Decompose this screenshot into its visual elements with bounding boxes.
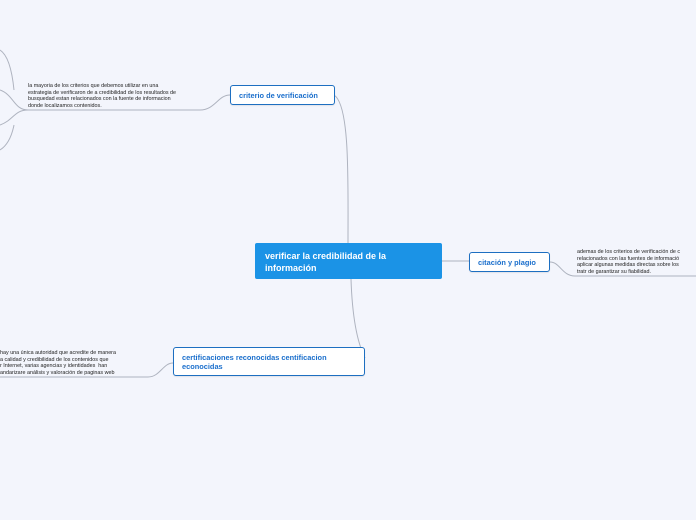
link-offscreen-d [0,124,15,151]
topic-criterio-verificacion[interactable]: criterio de verificación [230,85,335,105]
link-central-criterio [333,94,349,244]
mindmap-canvas: verificar la credibilidad de la informac… [0,0,696,520]
link-offscreen-b [0,109,29,126]
note-certificaciones: hay una única autoridad que acredite de … [0,350,116,376]
topic-citacion-plagio[interactable]: citación y plagio [469,252,550,272]
topic-certificaciones-label: certificaciones reconocidas centificacio… [182,352,327,371]
link-offscreen-a [0,89,29,111]
note-citacion: ademas de los criterios de verificación … [577,249,681,275]
topic-certificaciones[interactable]: certificaciones reconocidas centificacio… [173,347,365,376]
topic-criterio-label: criterio de verificación [239,90,318,100]
link-offscreen-c [0,49,15,91]
note-criterio: la mayoria de los criterios que debemos … [28,83,177,109]
topic-citacion-label: citación y plagio [478,257,536,267]
central-topic[interactable]: verificar la credibilidad de la informac… [255,243,442,279]
